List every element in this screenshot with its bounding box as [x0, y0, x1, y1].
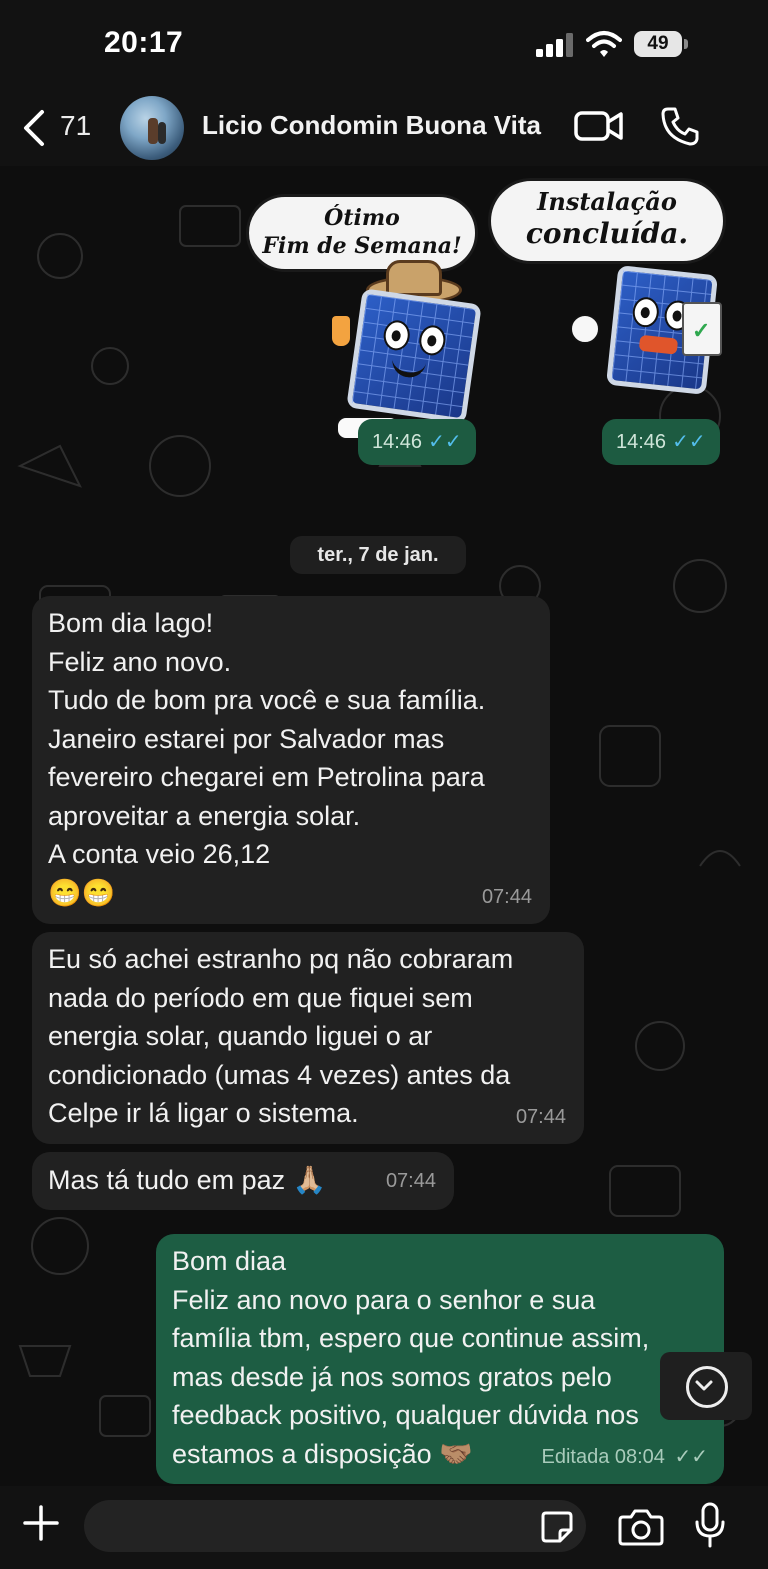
signal-icon	[536, 33, 573, 57]
drink	[332, 316, 350, 346]
video-icon[interactable]	[574, 108, 624, 144]
solar-panel-character	[346, 288, 482, 424]
contact-name[interactable]: Licio Condomin Buona Vita	[202, 110, 541, 141]
scroll-down-button[interactable]	[660, 1352, 752, 1420]
message-time: 14:46	[372, 431, 423, 453]
battery-indicator: 49	[634, 31, 690, 57]
sticker-caption-line1: Instalação	[537, 187, 677, 216]
chat-header: 71 Licio Condomin Buona Vita	[0, 88, 768, 166]
chevron-left-icon[interactable]	[20, 108, 50, 148]
sticker-time-pill: 14:46 ✓✓	[602, 419, 720, 465]
message-time: 07:44	[481, 885, 532, 908]
message-time: 14:46	[616, 431, 667, 453]
message-text: Eu só achei estranho pq não cobraram nad…	[48, 944, 514, 1128]
message-edited-time: Editada 08:04	[541, 1445, 665, 1468]
status-bar: 20:17 49	[0, 0, 768, 88]
sent-ticks-icon: ✓✓	[674, 1445, 708, 1468]
message-text: Bom dia lago! Feliz ano novo. Tudo de bo…	[48, 608, 486, 908]
input-bar	[0, 1486, 768, 1569]
date-separator: ter., 7 de jan.	[290, 536, 466, 574]
sticker-caption-line2: concluída.	[525, 217, 689, 250]
message-time: 07:44	[515, 1105, 566, 1128]
sticker-caption-line2: Fim de Semana!	[262, 233, 462, 259]
avatar[interactable]	[120, 96, 184, 160]
message-input[interactable]	[84, 1500, 586, 1552]
read-ticks-icon: ✓✓	[428, 431, 462, 453]
battery-level: 49	[634, 31, 682, 57]
message-time: Editada 08:04 ✓✓	[541, 1438, 708, 1477]
read-ticks-icon: ✓✓	[672, 431, 706, 453]
message-bubble-incoming[interactable]: Bom dia lago! Feliz ano novo. Tudo de bo…	[32, 596, 550, 924]
message-time: 07:44	[385, 1169, 436, 1192]
wifi-icon	[586, 31, 622, 57]
thumbs-up-hand	[570, 314, 600, 344]
status-time: 20:17	[104, 26, 184, 59]
chevron-down-icon	[695, 1380, 713, 1391]
message-bubble-incoming[interactable]: Mas tá tudo em paz 🙏🏼 07:44	[32, 1152, 454, 1210]
plus-icon[interactable]	[22, 1504, 60, 1542]
sticker-cloud: Instalação concluída.	[488, 178, 726, 264]
sticker-time-pill: 14:46 ✓✓	[358, 419, 476, 465]
mic-icon[interactable]	[694, 1502, 726, 1548]
sticker-caption-line1: Ótimo	[324, 205, 400, 231]
unread-count[interactable]: 71	[60, 110, 91, 142]
clipboard: ✓	[682, 302, 722, 356]
sticker-weekend[interactable]: Ótimo Fim de Semana!	[240, 190, 482, 450]
sticker-installation[interactable]: Instalação concluída. ✓	[486, 176, 726, 436]
message-bubble-incoming[interactable]: Eu só achei estranho pq não cobraram nad…	[32, 932, 584, 1144]
message-bubble-outgoing[interactable]: Bom diaa Feliz ano novo para o senhor e …	[156, 1234, 724, 1484]
phone-icon[interactable]	[660, 106, 700, 146]
sticker-icon[interactable]	[540, 1510, 574, 1544]
chat-area[interactable]: Ótimo Fim de Semana! 14:46 ✓✓ Instalação …	[0, 166, 768, 1486]
sticker-cloud: Ótimo Fim de Semana!	[246, 194, 478, 272]
camera-icon[interactable]	[618, 1508, 664, 1546]
